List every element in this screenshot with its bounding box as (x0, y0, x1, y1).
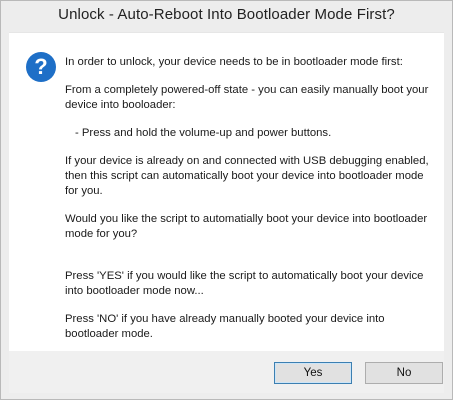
message-paragraph-1: In order to unlock, your device needs to… (65, 56, 403, 68)
yes-button[interactable]: Yes (274, 362, 352, 384)
question-icon: ? (26, 52, 56, 82)
message-paragraph-6: Press 'YES' if you would like the script… (65, 270, 424, 297)
title-bar[interactable]: Unlock - Auto-Reboot Into Bootloader Mod… (1, 1, 452, 32)
no-button[interactable]: No (365, 362, 443, 384)
message-paragraph-5: Would you like the script to automatiall… (65, 213, 428, 240)
message-paragraph-4: If your device is already on and connect… (65, 155, 429, 197)
button-bar: Yes No (9, 351, 444, 393)
message-paragraph-7: Press 'NO' if you have already manually … (65, 313, 385, 340)
window-title: Unlock - Auto-Reboot Into Bootloader Mod… (58, 6, 395, 23)
message-paragraph-2: From a completely powered-off state - yo… (65, 84, 429, 111)
message-text: In order to unlock, your device needs to… (65, 55, 435, 355)
message-paragraph-3: - Press and hold the volume-up and power… (75, 127, 332, 139)
dialog-content: ? In order to unlock, your device needs … (9, 32, 444, 351)
dialog-window: Unlock - Auto-Reboot Into Bootloader Mod… (0, 0, 453, 400)
